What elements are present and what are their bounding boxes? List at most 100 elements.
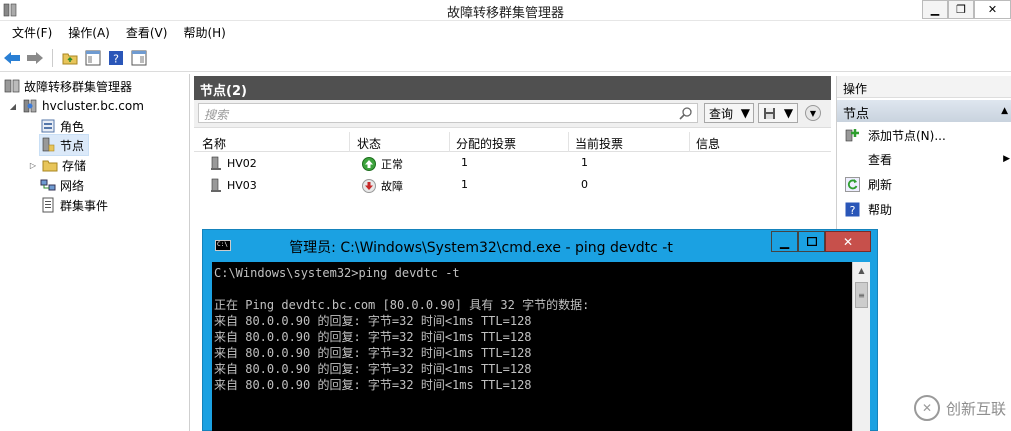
search-icon[interactable] [679,106,693,120]
actions-section-nodes[interactable]: 节点 ▲ [837,100,1011,122]
node-name: HV03 [227,179,257,192]
expand-collapse-chevron-icon[interactable]: ▼ [805,105,821,121]
tree-nodes-label: 节点 [60,138,85,153]
show-hide-action-pane-icon[interactable] [129,48,149,68]
cmd-maximize-button[interactable] [798,231,825,252]
grid-header: 名称 状态 分配的投票 当前投票 信息 [194,132,831,152]
close-icon: ✕ [842,234,854,249]
tree-item-networks[interactable]: 网络 [40,175,84,195]
tree-item-nodes[interactable]: 节点 [38,134,90,156]
show-hide-console-tree-icon[interactable] [83,48,103,68]
action-add-node-label: 添加节点(N)... [868,128,946,143]
nodes-icon [42,137,55,152]
table-row[interactable]: HV02 正常 1 1 [194,152,831,174]
restore-icon: ❐ [956,3,966,16]
column-header-info[interactable]: 信息 [696,135,720,152]
action-add-node[interactable]: 添加节点(N)... [837,124,1011,146]
submenu-arrow-icon: ▶ [1003,154,1010,164]
console-line: 正在 Ping devdtc.bc.com [80.0.0.90] 具有 32 … [214,298,590,312]
column-header-current-votes[interactable]: 当前投票 [575,135,623,152]
save-query-button[interactable]: ▼ [758,103,798,123]
minimize-button[interactable]: ▁ [922,0,948,19]
search-input[interactable]: 搜索 [198,103,698,123]
filter-bar: 搜索 查询 ▼ ▼ ▼ [194,100,831,128]
current-votes: 1 [581,156,588,169]
scroll-up-arrow-icon[interactable]: ▲ [853,262,870,279]
console-output[interactable]: C:\Windows\system32>ping devdtc -t​正在 Pi… [212,262,852,431]
menu-file[interactable]: 文件(F) [4,24,60,41]
console-line: 来自 80.0.0.90 的回复: 字节=32 时间<1ms TTL=128 [214,362,532,376]
action-refresh[interactable]: 刷新 [837,173,1011,195]
toolbar: ? [0,44,1011,72]
console-line: 来自 80.0.0.90 的回复: 字节=32 时间<1ms TTL=128 [214,346,532,360]
console-line: 来自 80.0.0.90 的回复: 字节=32 时间<1ms TTL=128 [214,314,532,328]
console-line: C:\Windows\system32>ping devdtc -t [214,266,460,280]
column-header-assigned-votes[interactable]: 分配的投票 [456,135,516,152]
title-bar: 故障转移群集管理器 ▁ ❐ ✕ [0,0,1011,21]
action-view[interactable]: 查看 ▶ [837,148,1011,170]
column-header-name[interactable]: 名称 [202,135,226,152]
add-node-icon [844,127,860,143]
cmd-title: 管理员: C:\Windows\System32\cmd.exe - ping … [289,240,673,256]
networks-icon [40,179,56,191]
table-row[interactable]: HV03 故障 1 0 [194,174,831,196]
close-button[interactable]: ✕ [974,0,1011,19]
tree-networks-label: 网络 [60,178,85,193]
storage-icon [42,160,58,172]
forward-arrow-icon[interactable] [25,48,45,68]
node-name-cell: HV03 [210,178,257,193]
watermark-logo-icon: ✕ [914,395,940,421]
column-divider [449,132,450,152]
nodes-panel-header: 节点(2) [194,76,831,100]
tree-item-cluster[interactable]: ◢ hvcluster.bc.com [8,96,144,116]
collapse-up-arrow-icon: ▲ [1001,106,1008,116]
svg-text:?: ? [113,52,119,65]
server-node-icon [211,178,221,192]
node-status: 正常 [381,158,403,171]
menu-action[interactable]: 操作(A) [60,24,118,41]
actions-header: 操作 [837,76,1011,98]
server-node-icon [211,156,221,170]
action-refresh-label: 刷新 [868,177,893,192]
tree-item-roles[interactable]: 角色 [40,116,84,136]
close-icon: ✕ [987,3,998,16]
column-divider [689,132,690,152]
column-header-status[interactable]: 状态 [357,135,381,152]
console-scrollbar[interactable]: ▲ ≡ [852,262,870,431]
menu-help[interactable]: 帮助(H) [175,24,233,41]
tree-item-cluster-events[interactable]: 群集事件 [40,195,108,215]
search-placeholder: 搜索 [204,108,229,122]
tree-cluster-events-label: 群集事件 [60,198,109,213]
cmd-minimize-button[interactable]: ▁ [771,231,798,252]
maximize-icon [806,237,817,246]
query-label: 查询 [709,106,734,121]
expand-triangle-icon[interactable]: ▷ [28,161,38,170]
help-icon[interactable]: ? [106,48,126,68]
cluster-node-icon [23,99,37,113]
cluster-manager-icon [4,79,20,93]
minimize-icon: ▁ [779,234,790,249]
query-button[interactable]: 查询 ▼ [704,103,754,123]
cmd-close-button[interactable]: ✕ [825,231,871,252]
watermark-text: 创新互联 [946,399,1007,418]
assigned-votes: 1 [461,178,468,191]
action-help-label: 帮助 [868,202,893,217]
minimize-icon: ▁ [930,3,940,16]
folder-up-icon[interactable] [60,48,80,68]
back-arrow-icon[interactable] [2,48,22,68]
scroll-thumb[interactable]: ≡ [855,282,868,308]
save-icon [763,107,775,119]
collapse-triangle-icon[interactable]: ◢ [8,102,18,111]
help-icon: ? [844,201,860,217]
refresh-icon [844,176,860,192]
tree-roles-label: 角色 [60,119,85,134]
menu-view[interactable]: 查看(V) [118,24,176,41]
node-name-cell: HV02 [210,156,257,171]
action-help[interactable]: ? 帮助 [837,198,1011,220]
tree-item-storage[interactable]: ▷ 存储 [28,155,86,175]
cmd-window[interactable]: C:\ 管理员: C:\Windows\System32\cmd.exe - p… [202,229,878,431]
maximize-button[interactable]: ❐ [948,0,974,19]
column-divider [568,132,569,152]
tree-item-root[interactable]: 故障转移群集管理器 [4,76,132,96]
column-divider [349,132,350,152]
